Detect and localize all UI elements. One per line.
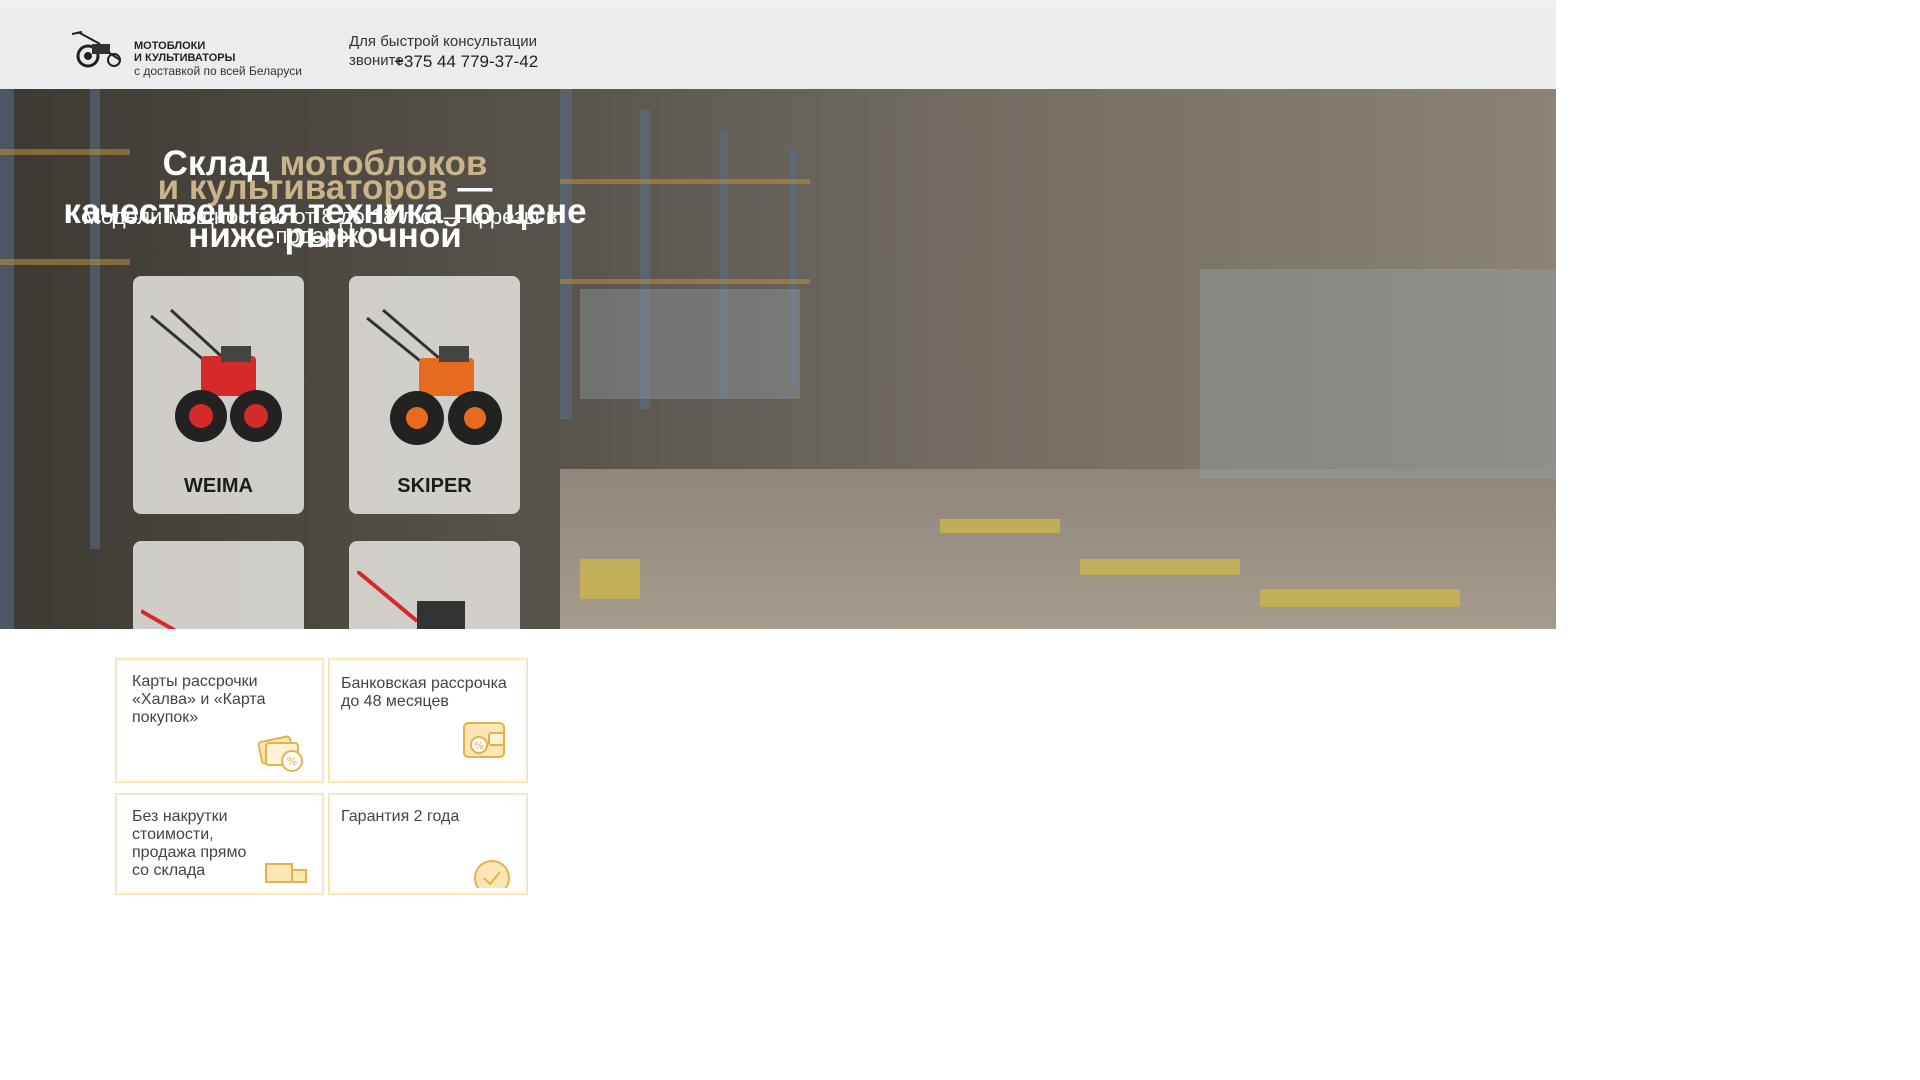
floor-marker — [1080, 559, 1240, 575]
truck-icon — [265, 863, 307, 883]
tiller-image-icon — [141, 609, 177, 629]
floor-marker — [940, 519, 1060, 533]
floor-marker — [580, 559, 640, 599]
brand-label: SKIPER — [397, 475, 472, 497]
brand-card-weima[interactable]: WEIMA — [133, 276, 304, 514]
wallet-percent-icon: % — [463, 722, 505, 758]
hero-subtitle: Модели мощностью от 8 до 18 л.с. — фрезы… — [82, 204, 558, 248]
brand-card-4[interactable] — [349, 541, 520, 629]
svg-text:%: % — [474, 741, 484, 752]
benefit-text: Карты рассрочки «Халва» и «Карта покупок… — [132, 673, 266, 726]
credit-cards-icon: % — [258, 735, 303, 772]
benefit-card-bank-installment: Банковская рассрочка до 48 месяцев % — [328, 658, 528, 783]
rack-upright — [0, 89, 14, 629]
logo-tagline: с доставкой по всей Беларуси — [134, 64, 302, 78]
brand-card-skiper[interactable]: SKIPER — [349, 276, 520, 514]
rack-upright — [560, 89, 572, 419]
benefit-card-no-markup: Без накрутки стоимости, продажа прямо со… — [115, 793, 324, 895]
floor-marker — [1260, 589, 1460, 607]
brand-label: WEIMA — [184, 475, 253, 497]
hero-section: Склад мотоблоков и культиваторов — качес… — [0, 89, 1556, 629]
top-strip — [0, 0, 1556, 8]
benefit-card-installment-cards: Карты рассрочки «Халва» и «Карта покупок… — [115, 658, 324, 783]
stacked-goods — [1200, 269, 1556, 479]
tiller-logo-icon[interactable] — [70, 30, 126, 70]
stacked-goods — [580, 289, 800, 399]
benefit-text: Без накрутки стоимости, продажа прямо со… — [132, 808, 247, 879]
benefit-text: Банковская рассрочка до 48 месяцев — [341, 675, 507, 710]
logo-line-1: МОТОБЛОКИ — [134, 40, 206, 52]
warranty-badge-icon — [474, 860, 510, 888]
benefit-card-warranty: Гарантия 2 года — [328, 793, 528, 895]
rack-beam — [0, 259, 130, 265]
site-header: МОТОБЛОКИ И КУЛЬТИВАТОРЫ с доставкой по … — [0, 8, 1556, 89]
tiller-image-icon — [150, 308, 282, 442]
tiller-image-icon — [357, 571, 465, 629]
logo-line-2: И КУЛЬТИВАТОРЫ — [134, 52, 236, 64]
svg-text:%: % — [287, 755, 297, 768]
rack-beam — [560, 279, 810, 284]
benefit-text: Гарантия 2 года — [341, 808, 460, 825]
tiller-image-icon — [366, 308, 502, 445]
phone-link[interactable]: +375 44 779-37-42 — [394, 52, 538, 72]
logo-text[interactable]: МОТОБЛОКИ И КУЛЬТИВАТОРЫ с доставкой по … — [134, 40, 302, 77]
brand-card-3[interactable] — [133, 541, 304, 629]
